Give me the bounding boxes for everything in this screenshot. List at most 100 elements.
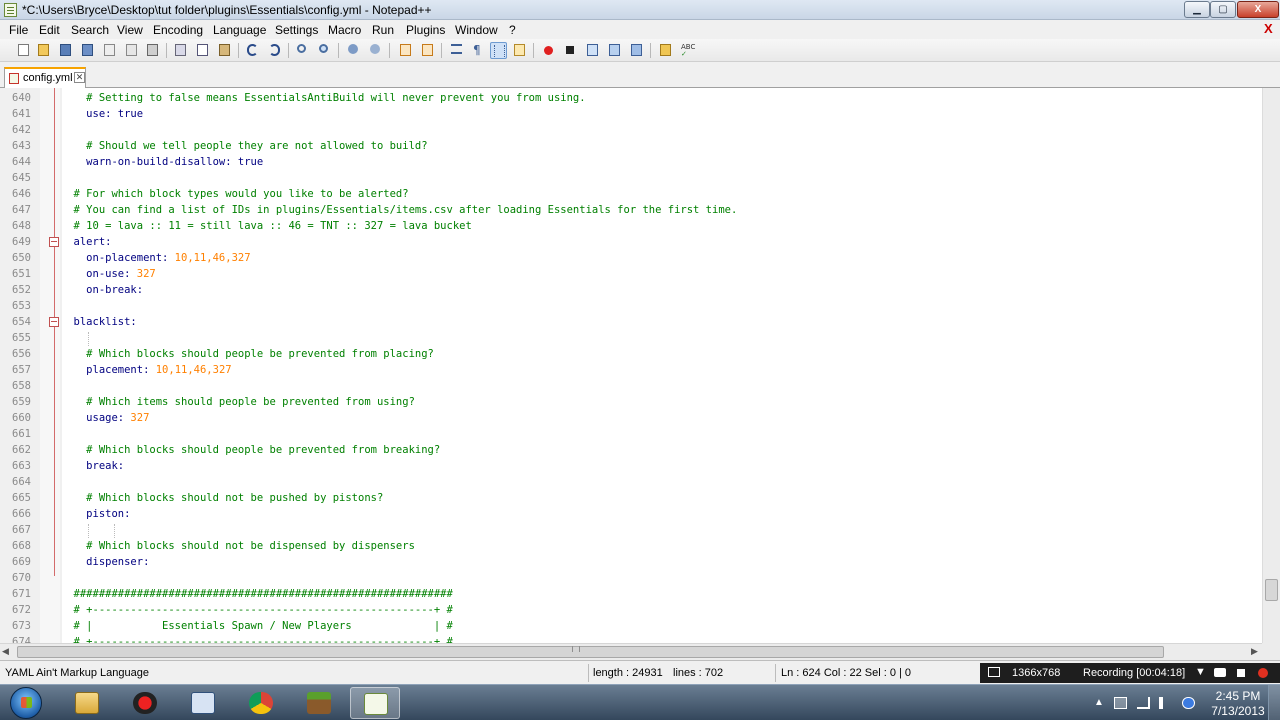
taskbar-minecraft[interactable]	[294, 687, 344, 719]
code-line[interactable]: 652 on-break:	[0, 282, 1262, 298]
tab-close-icon[interactable]: ✕	[74, 72, 85, 83]
code-line[interactable]: 645	[0, 170, 1262, 186]
paste-button[interactable]	[216, 42, 233, 59]
clock-date[interactable]: 7/13/2013	[1207, 704, 1269, 718]
indent-guide-button[interactable]	[490, 42, 507, 59]
usb-device-icon[interactable]	[1114, 697, 1127, 709]
copy-button[interactable]	[194, 42, 211, 59]
taskbar-recording-app[interactable]	[120, 687, 170, 719]
code-line[interactable]: 640 # Setting to false means EssentialsA…	[0, 90, 1262, 106]
code-line[interactable]: 659 # Which items should people be preve…	[0, 394, 1262, 410]
code-line[interactable]: 669 dispenser:	[0, 554, 1262, 570]
menu-help[interactable]: ?	[509, 23, 516, 37]
new-file-button[interactable]	[15, 42, 32, 59]
code-line[interactable]: 671 ####################################…	[0, 586, 1262, 602]
code-line[interactable]: 642	[0, 122, 1262, 138]
sync-vertical-button[interactable]	[397, 42, 414, 59]
code-line[interactable]: 647 # You can find a list of IDs in plug…	[0, 202, 1262, 218]
zoom-out-button[interactable]	[367, 42, 384, 59]
open-file-button[interactable]	[35, 42, 52, 59]
zoom-in-button[interactable]	[345, 42, 362, 59]
undo-button[interactable]	[244, 42, 261, 59]
code-line[interactable]: 653	[0, 298, 1262, 314]
menu-edit[interactable]: Edit	[39, 23, 60, 37]
code-line[interactable]: 660 usage: 327	[0, 410, 1262, 426]
stop-recording-button[interactable]	[562, 42, 579, 59]
user-defined-language-button[interactable]	[511, 42, 528, 59]
vertical-scrollbar-thumb[interactable]	[1265, 579, 1278, 601]
network-signal-icon[interactable]	[1137, 697, 1150, 709]
stop-recording-icon[interactable]	[1237, 669, 1245, 677]
code-line[interactable]: 667	[0, 522, 1262, 538]
close-button[interactable]	[101, 42, 118, 59]
taskbar-windows-explorer[interactable]	[62, 687, 112, 719]
scroll-right-arrow-icon[interactable]: ▶	[1251, 646, 1258, 657]
code-line[interactable]: 664	[0, 474, 1262, 490]
code-line[interactable]: 643 # Should we tell people they are not…	[0, 138, 1262, 154]
code-line[interactable]: 641 use: true	[0, 106, 1262, 122]
code-line[interactable]: 651 on-use: 327	[0, 266, 1262, 282]
find-button[interactable]	[294, 42, 311, 59]
save-macro-button[interactable]	[628, 42, 645, 59]
code-line[interactable]: 654 blacklist:	[0, 314, 1262, 330]
menu-settings[interactable]: Settings	[275, 23, 318, 37]
code-line[interactable]: 655	[0, 330, 1262, 346]
code-line[interactable]: 656 # Which blocks should people be prev…	[0, 346, 1262, 362]
playback-macro-button[interactable]	[584, 42, 601, 59]
volume-icon[interactable]	[1159, 697, 1172, 709]
code-line[interactable]: 649 alert:	[0, 234, 1262, 250]
close-all-button[interactable]	[123, 42, 140, 59]
code-line[interactable]: 673 # | Essentials Spawn / New Players |…	[0, 618, 1262, 634]
horizontal-scrollbar[interactable]: ◀ ▶	[0, 643, 1262, 660]
close-window-button[interactable]: X	[1237, 1, 1279, 18]
code-line[interactable]: 670	[0, 570, 1262, 586]
menu-macro[interactable]: Macro	[328, 23, 361, 37]
horizontal-scrollbar-thumb[interactable]	[17, 646, 1164, 658]
code-line[interactable]: 646 # For which block types would you li…	[0, 186, 1262, 202]
print-button[interactable]	[144, 42, 161, 59]
taskbar-notepad-plus-plus[interactable]	[350, 687, 400, 719]
menu-run[interactable]: Run	[372, 23, 394, 37]
code-line[interactable]: 665 # Which blocks should not be pushed …	[0, 490, 1262, 506]
show-hidden-icons-arrow[interactable]: ▲	[1094, 697, 1104, 708]
save-button[interactable]	[57, 42, 74, 59]
show-all-characters-button[interactable]: ¶	[470, 42, 487, 59]
tab-config-yml[interactable]: config.yml ✕	[4, 67, 86, 88]
code-line[interactable]: 644 warn-on-build-disallow: true	[0, 154, 1262, 170]
record-indicator-icon[interactable]	[1258, 668, 1268, 678]
taskbar-chrome[interactable]	[236, 687, 286, 719]
menu-file[interactable]: File	[9, 23, 28, 37]
fold-toggle-icon[interactable]	[49, 237, 59, 247]
code-line[interactable]: 666 piston:	[0, 506, 1262, 522]
cut-button[interactable]	[172, 42, 189, 59]
code-line[interactable]: 663 break:	[0, 458, 1262, 474]
bluetooth-icon[interactable]	[1182, 697, 1195, 709]
code-editor[interactable]: 640 # Setting to false means EssentialsA…	[0, 88, 1280, 643]
code-line[interactable]: 672 # +---------------------------------…	[0, 602, 1262, 618]
camera-icon[interactable]	[1214, 668, 1226, 677]
replace-button[interactable]	[316, 42, 333, 59]
code-line[interactable]: 674 # +---------------------------------…	[0, 634, 1262, 643]
code-line[interactable]: 661	[0, 426, 1262, 442]
record-macro-button[interactable]	[540, 42, 557, 59]
scroll-left-arrow-icon[interactable]: ◀	[2, 646, 9, 657]
code-line[interactable]: 648 # 10 = lava :: 11 = still lava :: 46…	[0, 218, 1262, 234]
clock-time[interactable]: 2:45 PM	[1213, 689, 1263, 703]
redo-button[interactable]	[266, 42, 283, 59]
menu-window[interactable]: Window	[455, 23, 498, 37]
code-line[interactable]: 657 placement: 10,11,46,327	[0, 362, 1262, 378]
menu-view[interactable]: View	[117, 23, 143, 37]
recording-resolution[interactable]: 1366x768	[1012, 667, 1060, 679]
show-desktop-button[interactable]	[1268, 685, 1280, 720]
menu-encoding[interactable]: Encoding	[153, 23, 203, 37]
code-line[interactable]: 668 # Which blocks should not be dispens…	[0, 538, 1262, 554]
code-line[interactable]: 650 on-placement: 10,11,46,327	[0, 250, 1262, 266]
spellcheck-button[interactable]: ABC ✓	[678, 42, 695, 59]
vertical-scrollbar[interactable]	[1262, 88, 1280, 643]
code-line[interactable]: 662 # Which blocks should people be prev…	[0, 442, 1262, 458]
menu-search[interactable]: Search	[71, 23, 109, 37]
close-document-x-button[interactable]: X	[1264, 21, 1273, 36]
menu-language[interactable]: Language	[213, 23, 266, 37]
file-browser-button[interactable]	[657, 42, 674, 59]
word-wrap-button[interactable]	[448, 42, 465, 59]
